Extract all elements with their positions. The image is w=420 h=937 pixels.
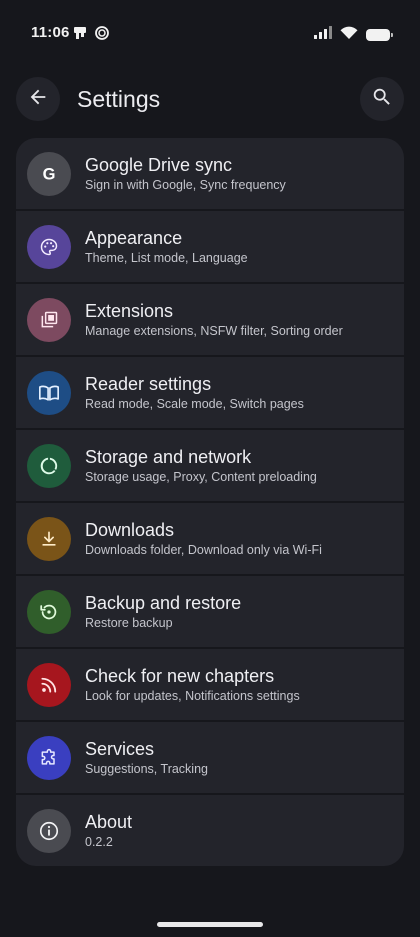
home-indicator[interactable] (157, 922, 263, 927)
settings-item-google-drive-sync[interactable]: G Google Drive sync Sign in with Google,… (16, 138, 404, 209)
svg-text:G: G (43, 166, 56, 184)
data-usage-icon (27, 444, 71, 488)
settings-item-title: Check for new chapters (85, 666, 275, 686)
settings-item-subtitle: 0.2.2 (85, 835, 113, 849)
settings-item-subtitle: Downloads folder, Download only via Wi-F… (85, 543, 322, 557)
settings-item-about[interactable]: About 0.2.2 (16, 795, 404, 866)
status-bar: 11:06 (0, 0, 420, 66)
arrow-left-icon (27, 86, 49, 113)
extension-puzzle-icon (27, 736, 71, 780)
settings-item-title: Reader settings (85, 374, 212, 394)
settings-item-title: Backup and restore (85, 593, 242, 613)
settings-item-subtitle: Restore backup (85, 616, 173, 630)
settings-backup-restore-icon (27, 590, 71, 634)
settings-item-subtitle: Theme, List mode, Language (85, 251, 248, 265)
download-icon (27, 517, 71, 561)
battery-icon (366, 29, 393, 41)
info-icon (27, 809, 71, 853)
settings-item-title: Storage and network (85, 447, 252, 467)
settings-item-title: Downloads (85, 520, 175, 540)
settings-item-backup-and-restore[interactable]: Backup and restore Restore backup (16, 576, 404, 647)
settings-list: G Google Drive sync Sign in with Google,… (16, 138, 404, 866)
settings-item-subtitle: Storage usage, Proxy, Content preloading (85, 470, 317, 484)
settings-item-subtitle: Read mode, Scale mode, Switch pages (85, 397, 304, 411)
settings-item-subtitle: Sign in with Google, Sync frequency (85, 178, 286, 192)
notification-circle-icon (94, 25, 110, 41)
settings-item-services[interactable]: Services Suggestions, Tracking (16, 722, 404, 793)
settings-item-title: Google Drive sync (85, 155, 233, 175)
book-open-icon (27, 371, 71, 415)
notification-app-icon (72, 25, 88, 41)
settings-item-reader-settings[interactable]: Reader settings Read mode, Scale mode, S… (16, 357, 404, 428)
wifi-icon (340, 26, 358, 44)
settings-item-title: Appearance (85, 228, 183, 248)
back-button[interactable] (16, 77, 60, 121)
search-button[interactable] (360, 77, 404, 121)
google-g-icon: G (27, 152, 71, 196)
app-bar: Settings (0, 74, 420, 124)
settings-item-title: About (85, 812, 133, 832)
settings-item-extensions[interactable]: Extensions Manage extensions, NSFW filte… (16, 284, 404, 355)
extensions-library-icon (27, 298, 71, 342)
settings-item-subtitle: Suggestions, Tracking (85, 762, 208, 776)
rss-feed-icon (27, 663, 71, 707)
settings-item-check-for-new-chapters[interactable]: Check for new chapters Look for updates,… (16, 649, 404, 720)
status-time: 11:06 (31, 24, 70, 41)
settings-item-title: Services (85, 739, 155, 759)
signal-icon (314, 26, 332, 44)
palette-icon (27, 225, 71, 269)
search-icon (371, 86, 393, 113)
settings-item-appearance[interactable]: Appearance Theme, List mode, Language (16, 211, 404, 282)
page-title: Settings (77, 86, 161, 112)
settings-item-downloads[interactable]: Downloads Downloads folder, Download onl… (16, 503, 404, 574)
settings-item-subtitle: Manage extensions, NSFW filter, Sorting … (85, 324, 343, 338)
status-indicators (314, 26, 393, 44)
settings-item-title: Extensions (85, 301, 174, 321)
settings-item-subtitle: Look for updates, Notifications settings (85, 689, 300, 703)
settings-item-storage-and-network[interactable]: Storage and network Storage usage, Proxy… (16, 430, 404, 501)
